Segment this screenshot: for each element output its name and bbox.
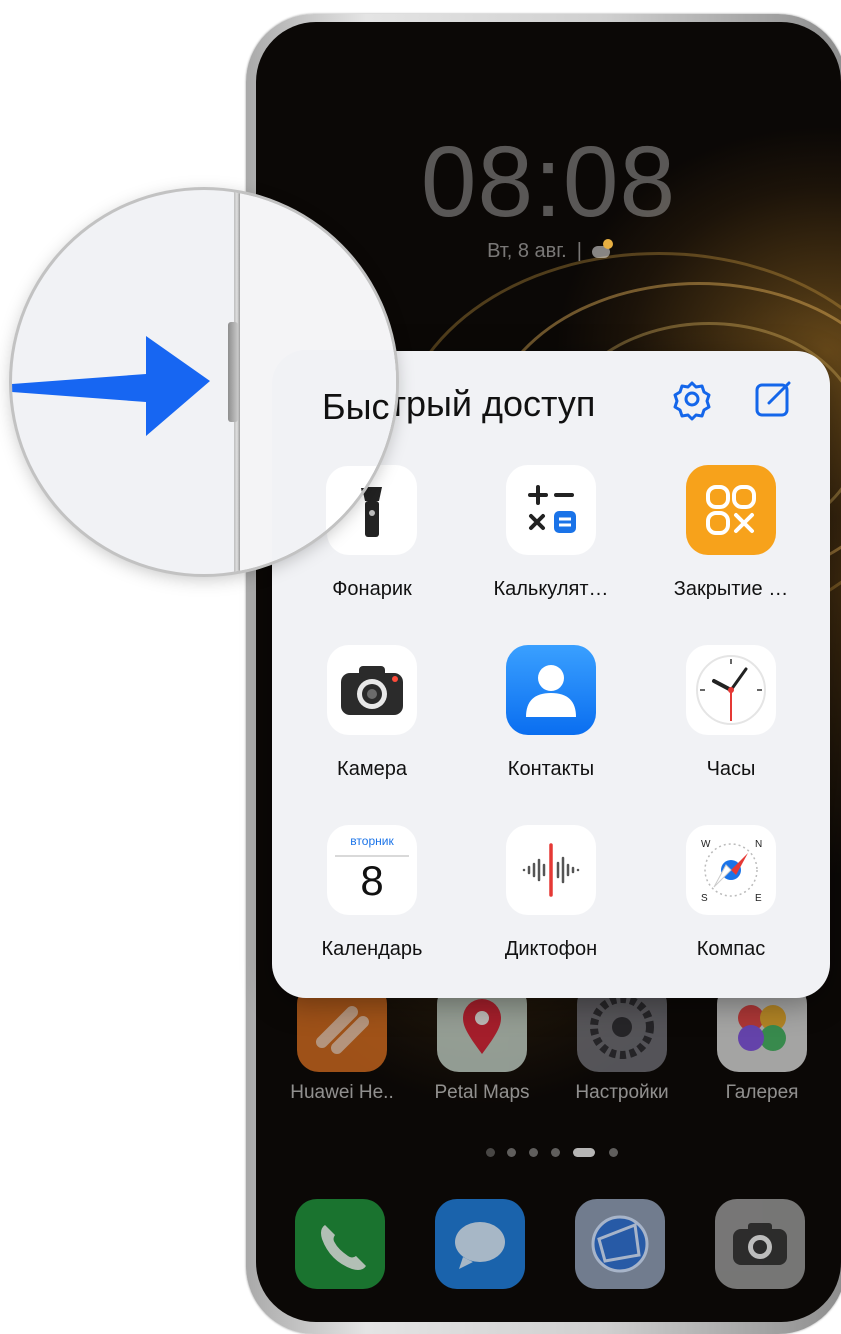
calendar-icon[interactable]: вторник 8 <box>327 825 417 915</box>
camera-icon[interactable] <box>715 1199 805 1289</box>
page-dot[interactable] <box>529 1148 538 1157</box>
home-label-maps: Petal Maps <box>434 1082 530 1103</box>
compass-s: S <box>701 893 708 904</box>
label-close-apps: Закрытие … <box>673 578 789 600</box>
date-text: Вт, 8 авг. <box>487 240 567 262</box>
home-label-settings: Настройки <box>575 1082 669 1103</box>
label-recorder: Диктофон <box>504 938 598 960</box>
home-label-gallery: Галерея <box>725 1082 799 1103</box>
clock-icon[interactable] <box>686 645 776 735</box>
label-clock: Часы <box>706 758 756 780</box>
page-dot[interactable] <box>551 1148 560 1157</box>
edit-icon[interactable] <box>751 377 795 421</box>
weather-icon <box>591 239 613 258</box>
magnifier-lens: Быс <box>12 190 396 574</box>
calculator-icon[interactable] <box>506 465 596 555</box>
compass-w: W <box>701 839 711 850</box>
arrow-right-icon <box>12 336 210 436</box>
date-separator: | <box>576 240 582 262</box>
close-apps-icon[interactable] <box>686 465 776 555</box>
label-calendar: Календарь <box>321 938 423 960</box>
calendar-weekday: вторник <box>350 834 394 848</box>
home-label-health: Huawei He.. <box>290 1082 394 1103</box>
messages-icon[interactable] <box>435 1199 525 1289</box>
label-calculator: Калькулят… <box>493 578 609 600</box>
label-camera: Камера <box>337 758 407 780</box>
camera-icon[interactable] <box>327 645 417 735</box>
compass-e: E <box>755 893 762 904</box>
label-compass: Компас <box>696 938 766 960</box>
calendar-day: 8 <box>360 857 384 904</box>
label-contacts: Контакты <box>507 758 595 780</box>
page-dot-active[interactable] <box>573 1148 595 1157</box>
phone-icon[interactable] <box>295 1199 385 1289</box>
gear-icon[interactable] <box>670 377 714 421</box>
page-dot[interactable] <box>609 1148 618 1157</box>
recorder-icon[interactable] <box>506 825 596 915</box>
compass-icon[interactable]: W N S E <box>686 825 776 915</box>
browser-icon[interactable] <box>575 1199 665 1289</box>
label-flashlight: Фонарик <box>332 578 412 600</box>
page-dot-search[interactable] <box>486 1148 495 1157</box>
compass-n: N <box>755 839 762 850</box>
page-dot[interactable] <box>507 1148 516 1157</box>
contacts-icon[interactable] <box>506 645 596 735</box>
